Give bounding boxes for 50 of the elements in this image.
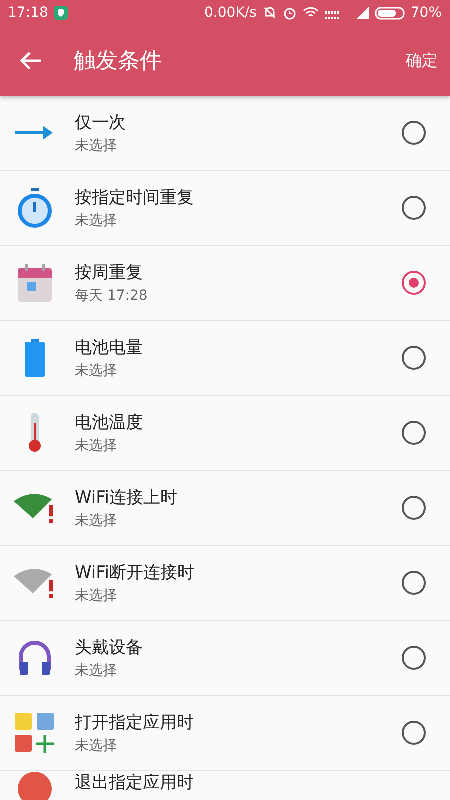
option-title: 退出指定应用时 [75,772,195,794]
radio-button[interactable] [402,646,426,670]
back-arrow-icon[interactable] [20,52,42,70]
option-title: 仅一次 [75,112,127,134]
radio-button[interactable] [402,271,426,295]
status-time: 17:18 [8,5,48,21]
signal-icon [324,7,369,19]
wifi-alert-icon [14,566,56,600]
wifi-alert-icon [14,491,56,525]
option-title: WiFi连接上时 [75,487,178,509]
option-subtitle: 未选择 [75,437,118,455]
option-title: 按指定时间重复 [75,187,195,209]
calendar-icon [18,264,52,302]
option-subtitle: 未选择 [75,212,118,230]
confirm-button[interactable]: 确定 [406,44,438,78]
option-subtitle: 未选择 [75,587,118,605]
radio-button[interactable] [402,421,426,445]
stopwatch-icon [17,188,53,228]
option-title: WiFi断开连接时 [75,562,196,584]
option-subtitle: 未选择 [75,662,118,680]
option-title: 头戴设备 [75,637,144,659]
option-subtitle: 每天 17:28 [75,287,149,305]
radio-button[interactable] [402,346,426,370]
network-speed: 0.00K/s [204,5,257,21]
radio-button[interactable] [402,721,426,745]
alarm-icon [282,6,297,20]
option-title: 打开指定应用时 [75,712,195,734]
shield-icon [54,6,68,20]
option-subtitle: 未选择 [75,737,118,755]
radio-button[interactable] [402,121,426,145]
option-subtitle: 未选择 [75,512,118,530]
radio-button[interactable] [402,496,426,520]
wifi-icon [302,7,319,19]
radio-button[interactable] [402,196,426,220]
bell-off-icon [262,6,277,20]
app-exit-icon [17,771,53,800]
option-subtitle: 未选择 [75,362,118,380]
battery-icon [25,339,45,377]
option-title: 电池温度 [75,412,144,434]
option-subtitle: 未选择 [75,137,118,155]
radio-button[interactable] [402,571,426,595]
thermometer-icon [28,413,42,453]
option-title: 按周重复 [75,262,144,284]
option-title: 电池电量 [75,337,144,359]
arrow-right-icon [15,126,55,140]
battery-percent: 70% [410,5,442,21]
headphones-icon [18,640,52,676]
battery-icon [374,6,405,20]
page-title: 触发条件 [74,48,163,76]
apps-add-icon [15,713,55,753]
